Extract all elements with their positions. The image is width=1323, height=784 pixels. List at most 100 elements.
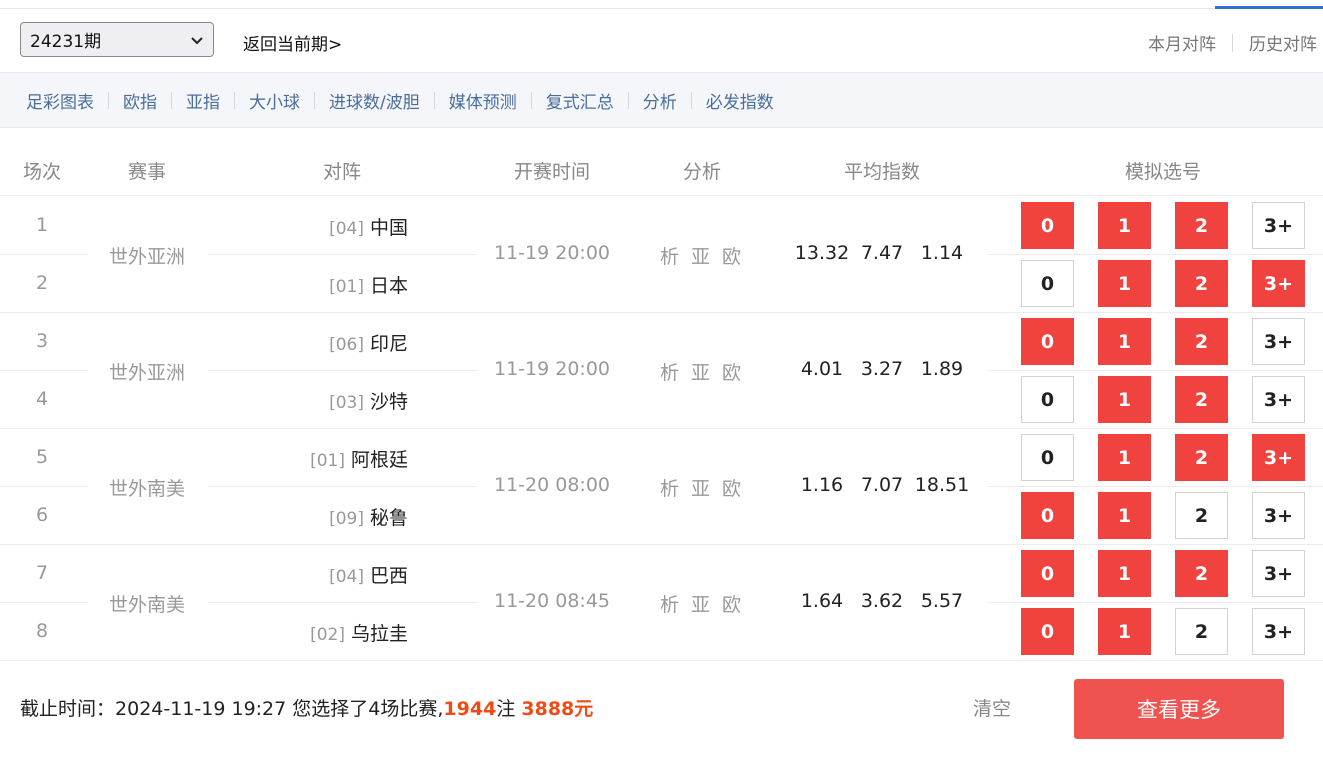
clear-button[interactable]: 清空 [973,694,1011,721]
subnav-euro-odds[interactable]: 欧指 [123,88,157,113]
kickoff-time: 11-19 20:00 [493,358,611,380]
pick-button[interactable]: 2 [1175,260,1228,307]
period-select-value: 24231期 [30,32,102,52]
divider [433,91,435,109]
divider [627,91,629,109]
pick-button[interactable]: 1 [1098,318,1151,365]
kickoff-time: 11-20 08:45 [493,590,611,612]
pick-button[interactable]: 2 [1175,550,1228,597]
analysis-links[interactable]: 析 亚 欧 [660,590,744,617]
average-odds-value: 3.27 [860,358,904,380]
pick-button[interactable]: 3+ [1252,376,1305,423]
history-matches-link[interactable]: 历史对阵 [1249,30,1317,55]
divider [1232,33,1233,52]
subnav-asian-odds[interactable]: 亚指 [186,88,220,113]
match-number: 5 [35,446,49,468]
pick-button[interactable]: 0 [1021,376,1074,423]
pick-button[interactable]: 0 [1021,434,1074,481]
match-number: 3 [35,330,49,352]
pick-button[interactable]: 3+ [1252,492,1305,539]
subnav-betfair-index[interactable]: 必发指数 [706,88,774,113]
team-name[interactable]: [04] 巴西 [329,561,408,588]
selection-summary: 截止时间：2024-11-19 19:27 您选择了4场比赛,1944注 388… [20,694,593,721]
average-odds-value: 1.64 [800,590,844,612]
subnav-chart[interactable]: 足彩图表 [26,88,94,113]
team-rank-tag: [06] [329,335,364,355]
team-rank-tag: [01] [310,451,345,471]
pick-button[interactable]: 1 [1098,550,1151,597]
average-odds-value: 13.32 [794,242,850,264]
kickoff-time: 11-19 20:00 [493,242,611,264]
pick-button[interactable]: 1 [1098,260,1151,307]
pick-button[interactable]: 2 [1175,202,1228,249]
col-analysis: 分析 [682,161,722,183]
deadline-value: 2024-11-19 19:27 [115,698,287,720]
pick-button[interactable]: 3+ [1252,260,1305,307]
divider [171,91,172,109]
right-links: 本月对阵 历史对阵 [1148,30,1317,55]
period-select[interactable]: 24231期 [20,22,214,57]
team-label: 秘鲁 [369,507,408,529]
pick-button[interactable]: 1 [1098,376,1151,423]
pick-button[interactable]: 3+ [1252,550,1305,597]
pick-button[interactable]: 2 [1175,434,1228,481]
pick-button[interactable]: 3+ [1252,202,1305,249]
pick-button[interactable]: 1 [1098,434,1151,481]
pick-button[interactable]: 1 [1098,608,1151,655]
sub-navigation: 足彩图表 欧指 亚指 大小球 进球数/波胆 媒体预测 复式汇总 分析 必发指数 [0,72,1323,128]
team-rank-tag: [09] [329,509,364,529]
deadline-label: 截止时间： [20,698,116,720]
pick-button[interactable]: 0 [1021,260,1074,307]
pick-button[interactable]: 3+ [1252,434,1305,481]
pick-button[interactable]: 0 [1021,492,1074,539]
team-label: 巴西 [369,565,408,587]
col-matchup: 对阵 [322,161,362,183]
chevron-down-icon [191,37,203,45]
league-name: 世外亚洲 [108,362,186,384]
analysis-links[interactable]: 析 亚 欧 [660,358,744,385]
team-name[interactable]: [01] 日本 [329,271,408,298]
pick-button[interactable]: 2 [1175,318,1228,365]
divider [690,91,692,109]
subnav-goals-score[interactable]: 进球数/波胆 [329,88,420,113]
pick-button[interactable]: 0 [1021,608,1074,655]
team-name[interactable]: [04] 中国 [329,213,408,240]
subnav-over-under[interactable]: 大小球 [249,88,300,113]
analysis-links[interactable]: 析 亚 欧 [660,474,744,501]
team-name[interactable]: [02] 乌拉圭 [310,619,408,646]
analysis-links[interactable]: 析 亚 欧 [660,242,744,269]
pick-button[interactable]: 0 [1021,202,1074,249]
team-name[interactable]: [03] 沙特 [329,387,408,414]
subnav-multi-summary[interactable]: 复式汇总 [546,88,614,113]
average-odds-value: 4.01 [800,358,844,380]
pick-button[interactable]: 3+ [1252,318,1305,365]
average-odds-value: 1.89 [920,358,964,380]
team-name[interactable]: [06] 印尼 [329,329,408,356]
match-number: 1 [35,214,49,236]
average-odds-value: 3.62 [860,590,904,612]
subnav-media-forecast[interactable]: 媒体预测 [449,88,517,113]
average-odds-value: 7.07 [860,474,904,496]
pick-button[interactable]: 3+ [1252,608,1305,655]
monthly-matches-link[interactable]: 本月对阵 [1148,30,1216,55]
pick-button[interactable]: 2 [1175,608,1228,655]
pick-button[interactable]: 2 [1175,492,1228,539]
view-more-button[interactable]: 查看更多 [1074,679,1284,739]
pick-button[interactable]: 0 [1021,318,1074,365]
team-label: 沙特 [369,391,408,413]
pick-button[interactable]: 1 [1098,492,1151,539]
back-to-current-link[interactable]: 返回当前期> [243,30,342,55]
team-name[interactable]: [01] 阿根廷 [310,445,408,472]
team-rank-tag: [02] [310,625,345,645]
top-bar: 24231期 返回当前期> 本月对阵 历史对阵 [0,10,1323,72]
divider [108,91,109,109]
col-match-no: 场次 [22,161,62,183]
average-odds-value: 1.14 [920,242,964,264]
pick-button[interactable]: 2 [1175,376,1228,423]
pick-button[interactable]: 0 [1021,550,1074,597]
footer-bar: 截止时间：2024-11-19 19:27 您选择了4场比赛,1944注 388… [0,660,1323,784]
pick-button[interactable]: 1 [1098,202,1151,249]
team-name[interactable]: [09] 秘鲁 [329,503,408,530]
league-name: 世外亚洲 [108,246,186,268]
subnav-analysis[interactable]: 分析 [643,88,677,113]
